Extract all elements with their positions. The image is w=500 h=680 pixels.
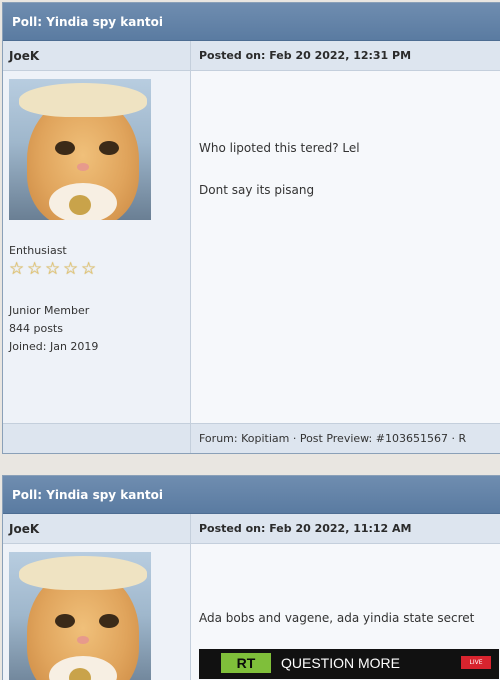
video-embed[interactable]: RT QUESTION MORE LIVE [199, 649, 499, 679]
message-area: Who lipoted this tered? Lel Dont say its… [191, 71, 500, 423]
user-meta: Junior Member 844 posts Joined: Jan 2019 [9, 302, 190, 356]
star-icon: ☆ [63, 259, 79, 279]
author-sidebar: Enthusiast ☆ ☆ ☆ ☆ ☆ Junior Member 844 p… [3, 71, 191, 423]
video-tagline: QUESTION MORE [281, 655, 401, 671]
post-header: JoeK Posted on: Feb 20 2022, 11:12 AM [3, 514, 500, 544]
post-count: 844 posts [9, 322, 63, 335]
avatar[interactable] [9, 79, 151, 220]
thread-title[interactable]: Poll: Yindia spy kantoi [3, 476, 500, 514]
author-name[interactable]: JoeK [3, 514, 191, 543]
member-level: Junior Member [9, 304, 90, 317]
channel-logo: RT [221, 653, 271, 673]
author-name[interactable]: JoeK [3, 41, 191, 70]
message-line: Dont say its pisang [199, 183, 315, 197]
thread-title[interactable]: Poll: Yindia spy kantoi [3, 3, 500, 41]
post-header: JoeK Posted on: Feb 20 2022, 12:31 PM [3, 41, 500, 71]
forum-link[interactable]: Forum: Kopitiam · Post Preview: #1036515… [191, 424, 500, 453]
post-timestamp: Posted on: Feb 20 2022, 12:31 PM [199, 49, 412, 62]
post-body: Enthusiast ☆ ☆ ☆ ☆ ☆ Junior Member 844 p… [3, 71, 500, 423]
message-line: Who lipoted this tered? Lel [199, 141, 360, 155]
author-sidebar [3, 544, 191, 680]
message-line: Ada bobs and vagene, ada yindia state se… [199, 611, 475, 625]
forum-post: Poll: Yindia spy kantoi JoeK Posted on: … [2, 2, 500, 454]
star-icon: ☆ [9, 259, 25, 279]
star-icon: ☆ [27, 259, 43, 279]
star-icon: ☆ [45, 259, 61, 279]
message-area: Ada bobs and vagene, ada yindia state se… [191, 544, 500, 680]
rank-stars: ☆ ☆ ☆ ☆ ☆ [9, 261, 190, 278]
user-rank: Enthusiast [9, 244, 67, 257]
forum-post: Poll: Yindia spy kantoi JoeK Posted on: … [2, 475, 500, 680]
post-footer: Forum: Kopitiam · Post Preview: #1036515… [3, 423, 500, 453]
post-timestamp: Posted on: Feb 20 2022, 11:12 AM [199, 522, 412, 535]
post-body: Ada bobs and vagene, ada yindia state se… [3, 544, 500, 680]
join-date: Joined: Jan 2019 [9, 340, 99, 353]
avatar[interactable] [9, 552, 151, 680]
star-icon: ☆ [81, 259, 97, 279]
live-badge: LIVE [461, 656, 491, 669]
